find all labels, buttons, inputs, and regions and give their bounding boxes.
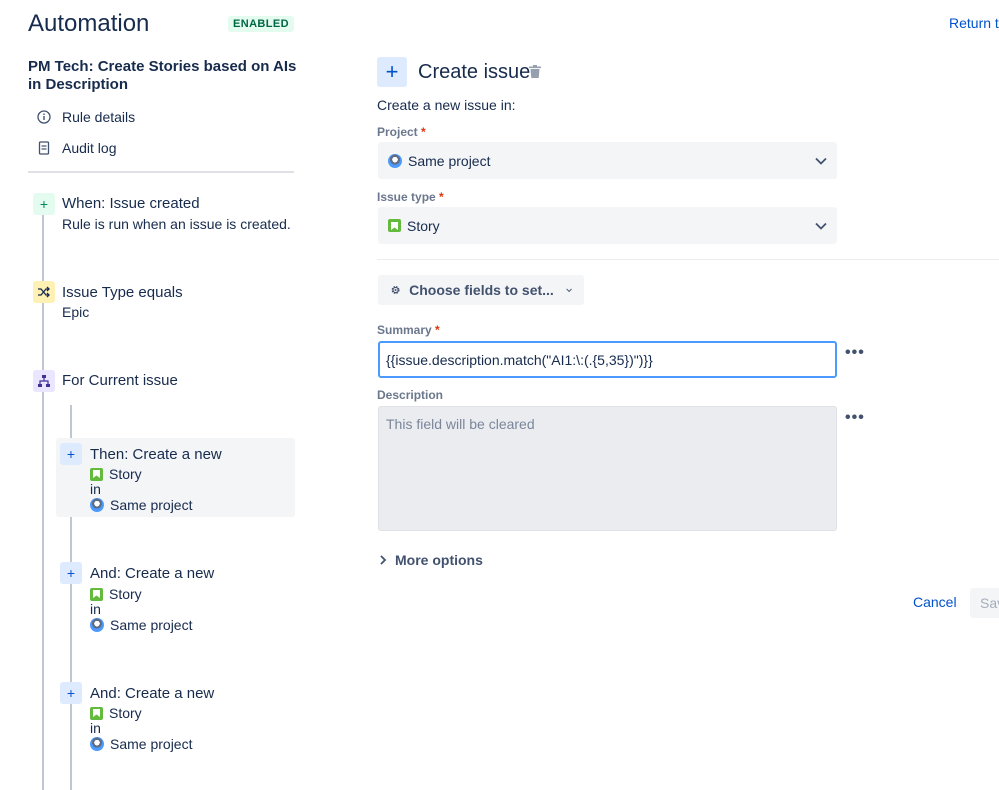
action-plus-icon[interactable]: + [60,682,82,704]
status-badge: ENABLED [228,16,294,32]
action-plus-icon[interactable]: + [60,562,82,584]
story-icon [90,706,103,720]
issue-type-select[interactable]: Story [378,207,837,244]
action-issue-type: Story [90,466,142,482]
action-title[interactable]: Then: Create a new [90,446,222,463]
condition-title[interactable]: Issue Type equals [62,284,183,301]
page-title: Automation [28,10,150,37]
project-avatar-icon [90,498,104,512]
description-placeholder: This field will be cleared [386,416,535,432]
shuffle-icon [33,281,55,303]
section-divider [377,259,999,260]
issue-type-label: Issue type * [377,190,444,204]
summary-more-icon[interactable]: ••• [845,344,865,362]
action-in-label: in [90,601,101,617]
branch-title[interactable]: For Current issue [62,372,178,389]
description-more-icon[interactable]: ••• [845,409,865,427]
chevron-down-icon [815,157,827,165]
info-icon [36,109,52,125]
branch-icon [33,370,55,392]
trigger-title[interactable]: When: Issue created [62,195,200,212]
story-icon [90,587,103,601]
chevron-down-icon [566,288,572,292]
choose-fields-button[interactable]: Choose fields to set... [378,275,584,305]
chevron-down-icon [815,222,827,230]
choose-fields-label: Choose fields to set... [409,282,554,298]
project-avatar-icon [90,737,104,751]
action-in-label: in [90,481,101,497]
project-select[interactable]: Same project [378,142,837,179]
return-link[interactable]: Return t [949,15,999,31]
rule-name: PM Tech: Create Stories based on AIs in … [28,58,297,93]
summary-input[interactable] [378,341,837,378]
save-button[interactable]: Save [970,588,999,618]
cancel-button[interactable]: Cancel [913,594,957,610]
project-select-value: Same project [408,152,491,169]
document-icon [36,140,52,156]
panel-title: Create issue [418,61,531,83]
action-project: Same project [90,497,192,513]
action-project: Same project [90,617,192,633]
description-field[interactable]: This field will be cleared [378,406,837,531]
panel-subheading: Create a new issue in: [377,97,516,113]
summary-label: Summary * [377,323,440,337]
story-icon [388,219,401,232]
project-avatar-icon [90,618,104,632]
project-avatar-icon [388,153,402,168]
project-label: Project * [377,125,426,139]
sidebar-item-label: Rule details [62,109,136,125]
more-options-toggle[interactable]: More options [379,552,483,568]
issue-type-select-value: Story [407,217,440,234]
trash-icon[interactable] [529,65,541,78]
sidebar-divider [28,171,294,173]
gear-icon [391,286,400,294]
chevron-right-icon [380,555,387,565]
more-options-label: More options [395,552,483,568]
action-issue-type: Story [90,705,142,721]
description-label: Description [377,388,444,402]
action-project: Same project [90,736,192,752]
add-icon: + [377,57,407,87]
story-icon [90,467,103,481]
condition-subtitle: Epic [62,304,90,320]
trigger-subtitle: Rule is run when an issue is created. [62,216,291,232]
action-title[interactable]: And: Create a new [90,565,214,582]
action-in-label: in [90,720,101,736]
action-issue-type: Story [90,586,142,602]
action-plus-icon[interactable]: + [60,443,82,465]
action-title[interactable]: And: Create a new [90,685,214,702]
sidebar-item-rule-details[interactable]: Rule details [36,107,135,127]
sidebar-item-label: Audit log [62,140,117,156]
sidebar-item-audit-log[interactable]: Audit log [36,138,116,158]
trigger-plus-icon[interactable]: + [33,193,55,215]
